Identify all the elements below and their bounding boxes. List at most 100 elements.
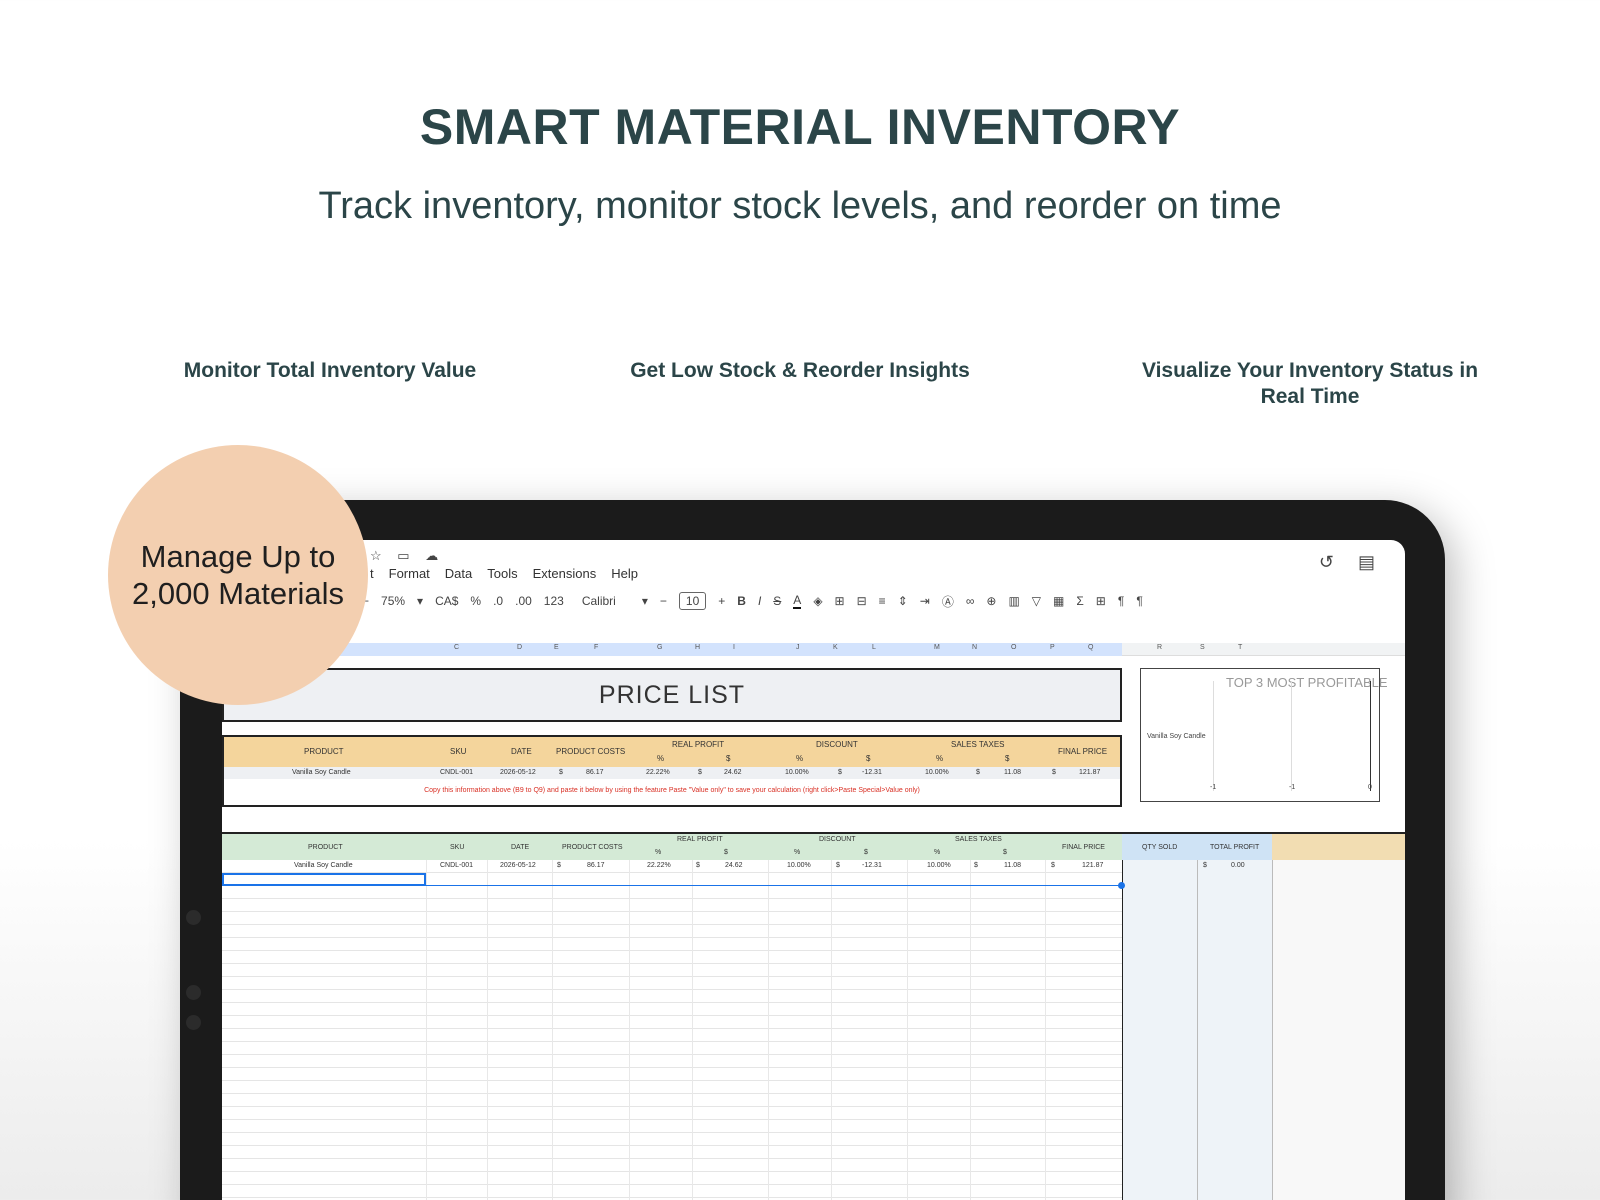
cell-discount[interactable]: -12.31	[862, 862, 882, 869]
cloud-icon[interactable]: ☁	[425, 548, 438, 563]
text-color-button[interactable]: A	[793, 593, 802, 609]
cell-tax[interactable]: 11.08	[1004, 862, 1021, 869]
history-icon[interactable]: ↺	[1319, 552, 1334, 573]
link-icon[interactable]: ∞	[966, 594, 975, 608]
cell-final-symbol[interactable]: $	[1052, 769, 1056, 776]
cell-discount-symbol[interactable]: $	[838, 769, 842, 776]
align-icon[interactable]: ≡	[879, 594, 886, 608]
cell-product[interactable]: Vanilla Soy Candle	[294, 862, 353, 869]
increase-decimal-button[interactable]: .00	[515, 594, 532, 608]
col-header[interactable]: R	[1157, 644, 1162, 651]
percent-format-button[interactable]: %	[470, 594, 481, 608]
filter-icon[interactable]: ▽	[1032, 594, 1041, 608]
chevron-down-icon[interactable]: ▾	[417, 594, 423, 608]
decrease-decimal-button[interactable]: .0	[493, 594, 503, 608]
wrap-icon[interactable]: ⇥	[920, 594, 930, 608]
cell-profit-symbol[interactable]: $	[698, 769, 702, 776]
borders-icon[interactable]: ⊞	[835, 594, 845, 608]
cell-cost[interactable]: 86.17	[586, 769, 604, 776]
col-header[interactable]: G	[657, 644, 662, 651]
fill-color-icon[interactable]: ◈	[813, 594, 822, 608]
strikethrough-button[interactable]: S	[773, 594, 781, 608]
price-list-row[interactable]: Vanilla Soy Candle CNDL-001 2026-05-12 $…	[224, 767, 1120, 779]
rotate-text-icon[interactable]: Ⓐ	[942, 593, 954, 610]
col-header[interactable]: J	[796, 644, 800, 651]
font-size-decrease[interactable]: −	[660, 594, 667, 608]
folder-icon[interactable]: ▭	[397, 548, 409, 563]
col-header[interactable]: O	[1011, 644, 1016, 651]
col-header[interactable]: K	[833, 644, 838, 651]
col-header[interactable]: N	[972, 644, 977, 651]
currency-format-button[interactable]: CA$	[435, 594, 458, 608]
cell-discount-pct[interactable]: 10.00%	[787, 862, 811, 869]
italic-button[interactable]: I	[758, 594, 761, 608]
col-header[interactable]: E	[554, 644, 559, 651]
filter-views-icon[interactable]: ▦	[1053, 594, 1064, 608]
valign-icon[interactable]: ⇕	[898, 594, 908, 608]
ltr-icon[interactable]: ¶	[1118, 594, 1124, 608]
cell-tax-symbol[interactable]: $	[976, 769, 980, 776]
comment-icon[interactable]: ▤	[1358, 552, 1375, 573]
sales-row[interactable]: Vanilla Soy Candle CNDL-001 2026-05-12 $…	[222, 860, 1122, 873]
font-size-increase[interactable]: +	[718, 594, 725, 608]
col-header[interactable]: F	[594, 644, 598, 651]
menu-insert[interactable]: t	[370, 566, 374, 581]
number-format-button[interactable]: 123	[544, 594, 564, 608]
menu-data[interactable]: Data	[445, 566, 472, 581]
star-icon[interactable]: ☆	[370, 548, 382, 563]
menu-tools[interactable]: Tools	[487, 566, 517, 581]
cell-final[interactable]: 121.87	[1079, 769, 1100, 776]
chevron-down-icon[interactable]: ▾	[642, 594, 648, 608]
cell-profit-pct[interactable]: 22.22%	[647, 862, 671, 869]
cell-profit-pct[interactable]: 22.22%	[646, 769, 670, 776]
cell-tax-pct[interactable]: 10.00%	[925, 769, 949, 776]
font-select[interactable]: Calibri	[582, 594, 616, 608]
col-header[interactable]: D	[517, 644, 522, 651]
bold-button[interactable]: B	[737, 594, 746, 608]
col-header[interactable]: H	[695, 644, 700, 651]
menu-format[interactable]: Format	[389, 566, 430, 581]
col-header[interactable]: P	[1050, 644, 1055, 651]
cell-final-symbol[interactable]: $	[1051, 862, 1055, 869]
cell-profit-symbol[interactable]: $	[696, 862, 700, 869]
font-size-input[interactable]: 10	[678, 592, 707, 610]
col-header[interactable]: L	[872, 644, 876, 651]
cell-cost[interactable]: 86.17	[587, 862, 605, 869]
merge-cells-icon[interactable]: ⊟	[857, 594, 867, 608]
cell-cost-symbol[interactable]: $	[557, 862, 561, 869]
cell-discount[interactable]: -12.31	[862, 769, 882, 776]
cell-discount-pct[interactable]: 10.00%	[785, 769, 809, 776]
cell-total-symbol[interactable]: $	[1203, 862, 1207, 869]
col-header[interactable]: S	[1200, 644, 1205, 651]
zoom-select[interactable]: 75%	[381, 594, 405, 608]
col-header[interactable]: Q	[1088, 644, 1093, 651]
cell-date[interactable]: 2026-05-12	[500, 769, 536, 776]
col-header[interactable]: I	[733, 644, 735, 651]
menu-help[interactable]: Help	[611, 566, 638, 581]
cell-total-profit[interactable]: 0.00	[1231, 862, 1245, 869]
insert-chart-icon[interactable]: ▥	[1008, 594, 1019, 608]
col-header[interactable]: T	[1238, 644, 1242, 651]
cell-date[interactable]: 2026-05-12	[500, 862, 536, 869]
cell-profit[interactable]: 24.62	[724, 769, 742, 776]
cell-profit[interactable]: 24.62	[725, 862, 743, 869]
top-profitable-chart[interactable]: TOP 3 MOST PROFITABLE Vanilla Soy Candle…	[1140, 668, 1388, 802]
cell-tax-pct[interactable]: 10.00%	[927, 862, 951, 869]
selected-cell[interactable]	[222, 873, 426, 886]
cell-final[interactable]: 121.87	[1082, 862, 1103, 869]
col-header[interactable]: M	[934, 644, 940, 651]
cell-discount-symbol[interactable]: $	[836, 862, 840, 869]
insert-comment-icon[interactable]: ⊕	[986, 594, 996, 608]
fill-handle[interactable]	[1118, 882, 1125, 889]
cell-sku[interactable]: CNDL-001	[440, 862, 473, 869]
cell-sku[interactable]: CNDL-001	[440, 769, 473, 776]
functions-icon[interactable]: Σ	[1076, 594, 1083, 608]
cell-product[interactable]: Vanilla Soy Candle	[292, 769, 351, 776]
col-header[interactable]: C	[454, 644, 459, 651]
menu-extensions[interactable]: Extensions	[533, 566, 597, 581]
cell-tax[interactable]: 11.08	[1004, 769, 1021, 776]
cell-cost-symbol[interactable]: $	[559, 769, 563, 776]
cell-tax-symbol[interactable]: $	[974, 862, 978, 869]
table-icon[interactable]: ⊞	[1096, 594, 1106, 608]
rtl-icon[interactable]: ¶	[1136, 594, 1142, 608]
